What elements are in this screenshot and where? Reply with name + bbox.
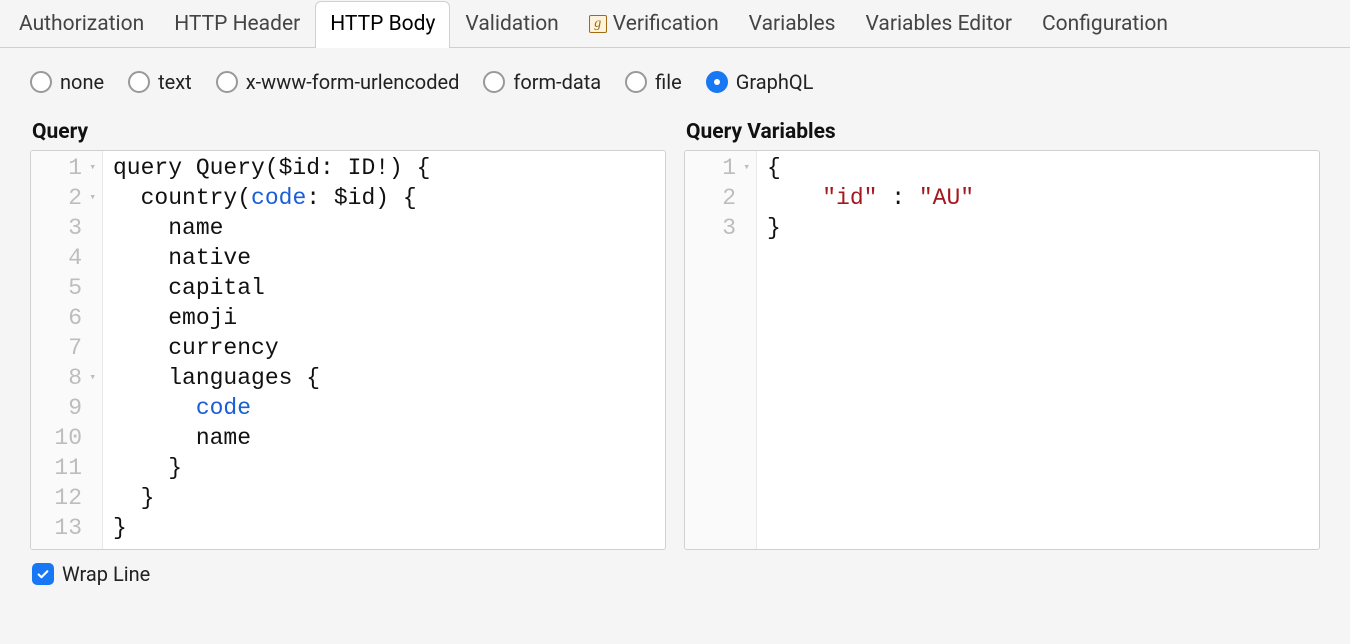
line-number: 2▾ [31, 183, 98, 213]
tab-validation[interactable]: Validation [450, 1, 573, 48]
line-number: 1▾ [31, 153, 98, 183]
code-line[interactable]: name [113, 423, 665, 453]
code-line[interactable]: query Query($id: ID!) { [113, 153, 665, 183]
wrap-line-label: Wrap Line [62, 562, 150, 586]
wrap-line-checkbox[interactable] [32, 563, 54, 585]
body-type-x-www-form-urlencoded[interactable]: x-www-form-urlencoded [216, 70, 460, 94]
fold-toggle-icon[interactable]: ▾ [740, 163, 750, 174]
tab-bar: Authorization HTTP Header HTTP Body Validat… [0, 0, 1350, 48]
tab-label: Variables [749, 12, 836, 36]
tab-authorization[interactable]: Authorization [4, 1, 159, 48]
tab-label: Validation [465, 12, 558, 36]
fold-toggle-icon[interactable]: ▾ [86, 163, 96, 174]
line-number: 6 [31, 303, 98, 333]
radio-label: none [60, 70, 104, 94]
line-number: 7 [31, 333, 98, 363]
tab-http-body[interactable]: HTTP Body [315, 1, 450, 48]
radio-dot-icon [128, 71, 150, 93]
code-line[interactable]: code [113, 393, 665, 423]
tab-configuration[interactable]: Configuration [1027, 1, 1183, 48]
body-type-text[interactable]: text [128, 70, 192, 94]
code-line[interactable]: } [113, 513, 665, 543]
tab-label: Verification [613, 12, 719, 36]
tab-verification[interactable]: g Verification [574, 1, 734, 48]
body-type-file[interactable]: file [625, 70, 682, 94]
code-line[interactable]: capital [113, 273, 665, 303]
code-line[interactable]: name [113, 213, 665, 243]
code-line[interactable]: native [113, 243, 665, 273]
body-type-graphql[interactable]: GraphQL [706, 70, 814, 94]
line-number: 4 [31, 243, 98, 273]
tab-label: Variables Editor [866, 12, 1013, 36]
code-line[interactable]: country(code: $id) { [113, 183, 665, 213]
query-variables-title: Query Variables [686, 120, 1320, 144]
query-editor[interactable]: 1▾2▾345678▾910111213 query Query($id: ID… [30, 150, 666, 550]
query-title: Query [32, 120, 666, 144]
tab-label: Configuration [1042, 12, 1168, 36]
line-number: 2 [685, 183, 752, 213]
groovy-script-icon: g [589, 15, 607, 33]
line-number: 11 [31, 453, 98, 483]
body-type-form-data[interactable]: form-data [483, 70, 601, 94]
line-number: 13 [31, 513, 98, 543]
tab-http-header[interactable]: HTTP Header [159, 1, 315, 48]
line-number: 10 [31, 423, 98, 453]
line-number: 1▾ [685, 153, 752, 183]
code-line[interactable]: languages { [113, 363, 665, 393]
radio-label: x-www-form-urlencoded [246, 70, 460, 94]
radio-dot-icon [30, 71, 52, 93]
radio-dot-icon [483, 71, 505, 93]
line-number: 12 [31, 483, 98, 513]
radio-label: GraphQL [736, 70, 814, 94]
tab-label: Authorization [19, 12, 144, 36]
radio-label: file [655, 70, 682, 94]
checkmark-icon [36, 567, 50, 581]
tab-label: HTTP Body [330, 12, 435, 36]
code-line[interactable]: emoji [113, 303, 665, 333]
radio-label: form-data [513, 70, 601, 94]
line-number: 3 [31, 213, 98, 243]
tab-variables-editor[interactable]: Variables Editor [851, 1, 1028, 48]
code-line[interactable]: } [113, 453, 665, 483]
code-line[interactable]: } [113, 483, 665, 513]
fold-toggle-icon[interactable]: ▾ [86, 193, 96, 204]
line-number: 8▾ [31, 363, 98, 393]
code-line[interactable]: { [767, 153, 1319, 183]
body-type-radios: none text x-www-form-urlencoded form-data fi… [30, 70, 1320, 94]
tab-variables[interactable]: Variables [734, 1, 851, 48]
radio-label: text [158, 70, 192, 94]
body-type-none[interactable]: none [30, 70, 104, 94]
line-number: 3 [685, 213, 752, 243]
line-number: 5 [31, 273, 98, 303]
code-line[interactable]: currency [113, 333, 665, 363]
fold-toggle-icon[interactable]: ▾ [86, 373, 96, 384]
radio-dot-icon [706, 71, 728, 93]
radio-dot-icon [216, 71, 238, 93]
code-line[interactable]: } [767, 213, 1319, 243]
line-number: 9 [31, 393, 98, 423]
query-variables-editor[interactable]: 1▾23 { "id" : "AU"} [684, 150, 1320, 550]
radio-dot-icon [625, 71, 647, 93]
code-line[interactable]: "id" : "AU" [767, 183, 1319, 213]
tab-label: HTTP Header [174, 12, 300, 36]
